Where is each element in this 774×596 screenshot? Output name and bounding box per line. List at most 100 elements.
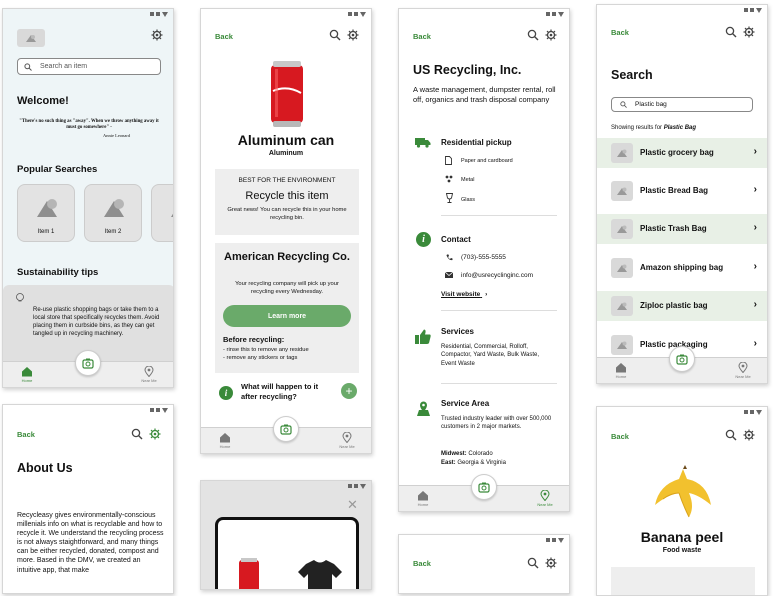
about-body: Recycleasy gives environmentally-conscio… bbox=[17, 512, 164, 574]
gear-icon[interactable] bbox=[545, 29, 557, 41]
company-title: American Recycling Co. bbox=[224, 251, 350, 263]
visit-website-link[interactable]: Visit website › bbox=[441, 291, 487, 298]
contact-phone[interactable]: (703)-555-5555 bbox=[461, 254, 506, 261]
close-icon[interactable]: ✕ bbox=[347, 497, 358, 513]
result-row[interactable]: Ziploc plastic bag › bbox=[597, 291, 767, 321]
status-bar bbox=[201, 481, 371, 491]
camera-recycle-icon bbox=[676, 354, 688, 365]
services-title: Services bbox=[441, 327, 474, 336]
sustainability-tips-heading: Sustainability tips bbox=[17, 267, 99, 278]
chevron-right-icon: › bbox=[753, 222, 757, 233]
before-recycling-title: Before recycling: bbox=[223, 335, 285, 344]
result-row[interactable]: Amazon shipping bag › bbox=[597, 253, 767, 283]
gear-icon[interactable] bbox=[743, 429, 755, 441]
midwest-row: Midwest: Colorado bbox=[441, 451, 493, 457]
search-icon[interactable] bbox=[725, 429, 737, 441]
back-link[interactable]: Back bbox=[17, 430, 35, 439]
search-input[interactable]: Plastic bag bbox=[611, 97, 753, 112]
search-icon[interactable] bbox=[527, 29, 539, 41]
placeholder-icon bbox=[611, 181, 633, 201]
divider bbox=[441, 215, 557, 216]
service-area-text: Trusted industry leader with over 500,00… bbox=[441, 416, 552, 431]
result-label: Ziploc plastic bag bbox=[640, 301, 708, 310]
nav-near-me[interactable]: Near Me bbox=[135, 366, 163, 383]
pickup-item: Metal bbox=[461, 177, 475, 183]
item-title: Aluminum can bbox=[237, 132, 335, 148]
gear-icon[interactable] bbox=[545, 557, 557, 569]
contact-title: Contact bbox=[441, 235, 471, 244]
scan-button[interactable] bbox=[75, 350, 101, 376]
back-link[interactable]: Back bbox=[611, 432, 629, 441]
before-step-1: - rinse this to remove any residue bbox=[223, 347, 309, 353]
search-icon[interactable] bbox=[527, 557, 539, 569]
nav-home[interactable]: Home bbox=[13, 366, 41, 383]
quote-author: Annie Leonard bbox=[103, 133, 131, 138]
result-row[interactable]: Plastic grocery bag › bbox=[597, 138, 767, 168]
home-screen: Search an item Welcome! "There's no such… bbox=[2, 8, 174, 388]
popular-item-2[interactable]: Item 2 bbox=[84, 184, 142, 242]
nav-home-label: Home bbox=[219, 444, 231, 449]
company-card: American Recycling Co. Your recycling co… bbox=[215, 243, 359, 373]
search-icon[interactable] bbox=[329, 29, 341, 41]
lightbulb-icon bbox=[16, 293, 24, 302]
gear-icon[interactable] bbox=[149, 428, 161, 440]
pickup-title: Residential pickup bbox=[441, 138, 512, 147]
camera-viewfinder bbox=[215, 517, 359, 589]
expand-button[interactable]: + bbox=[341, 383, 357, 399]
popular-item-3[interactable] bbox=[151, 184, 173, 242]
back-link[interactable]: Back bbox=[611, 28, 629, 37]
bottom-nav: Home Near Me bbox=[3, 350, 173, 387]
truck-icon bbox=[415, 138, 431, 148]
search-icon[interactable] bbox=[725, 26, 737, 38]
search-input[interactable]: Search an item bbox=[17, 58, 161, 75]
nav-home-label: Home bbox=[615, 374, 627, 379]
banana-screen: Back Banana peel Food waste bbox=[596, 406, 768, 596]
popular-item-1[interactable]: Item 1 bbox=[17, 184, 75, 242]
nav-home[interactable]: Home bbox=[211, 432, 239, 449]
thumbs-up-icon bbox=[415, 329, 431, 344]
scan-button[interactable] bbox=[471, 474, 497, 500]
tip-text: Re-use plastic shopping bags or take the… bbox=[33, 307, 160, 338]
midwest-value: Colorado bbox=[468, 451, 493, 457]
search-icon[interactable] bbox=[131, 428, 143, 440]
nav-near-me[interactable]: Near Me bbox=[333, 432, 361, 449]
item-material: Aluminum bbox=[268, 150, 304, 157]
scan-button[interactable] bbox=[669, 346, 695, 372]
about-title: About Us bbox=[17, 461, 73, 475]
product-screen: Back Aluminum can Aluminum BEST FOR THE … bbox=[200, 8, 372, 454]
camera-recycle-icon bbox=[478, 482, 490, 493]
status-bar bbox=[201, 9, 371, 19]
nav-near-me-label: Near Me bbox=[537, 502, 553, 507]
east-value: Georgia & Virginia bbox=[457, 460, 506, 466]
scan-button[interactable] bbox=[273, 416, 299, 442]
placeholder-icon bbox=[611, 143, 633, 163]
nav-near-me[interactable]: Near Me bbox=[729, 362, 757, 379]
result-row[interactable]: Plastic Bread Bag › bbox=[597, 176, 767, 206]
contact-email[interactable]: info@usrecyclinginc.com bbox=[461, 272, 533, 279]
what-happens-text[interactable]: What will happen to it after recycling? bbox=[241, 382, 331, 402]
item-category: Food waste bbox=[662, 547, 702, 554]
location-pin-icon bbox=[342, 432, 352, 443]
company-title: US Recycling, Inc. bbox=[413, 63, 522, 77]
back-link[interactable]: Back bbox=[413, 32, 431, 41]
bottom-nav: Home Near Me bbox=[399, 474, 569, 511]
item-label: Item 2 bbox=[104, 229, 122, 235]
chevron-right-icon: › bbox=[753, 338, 757, 349]
scanner-screen: ✕ bbox=[200, 480, 372, 590]
gear-icon[interactable] bbox=[743, 26, 755, 38]
nav-home[interactable]: Home bbox=[607, 362, 635, 379]
gear-icon[interactable] bbox=[151, 29, 163, 41]
result-row[interactable]: Plastic Trash Bag › bbox=[597, 214, 767, 244]
chevron-right-icon: › bbox=[485, 291, 488, 298]
gear-icon[interactable] bbox=[347, 29, 359, 41]
nav-home[interactable]: Home bbox=[409, 490, 437, 507]
back-link[interactable]: Back bbox=[413, 559, 431, 568]
location-pin-icon bbox=[144, 366, 154, 377]
status-bar bbox=[597, 5, 767, 15]
learn-more-button[interactable]: Learn more bbox=[223, 305, 351, 327]
back-link[interactable]: Back bbox=[215, 32, 233, 41]
nav-near-me[interactable]: Near Me bbox=[531, 490, 559, 507]
location-pin-icon bbox=[738, 362, 748, 373]
pickup-item: Paper and cardboard bbox=[461, 158, 513, 164]
chevron-right-icon: › bbox=[753, 299, 757, 310]
